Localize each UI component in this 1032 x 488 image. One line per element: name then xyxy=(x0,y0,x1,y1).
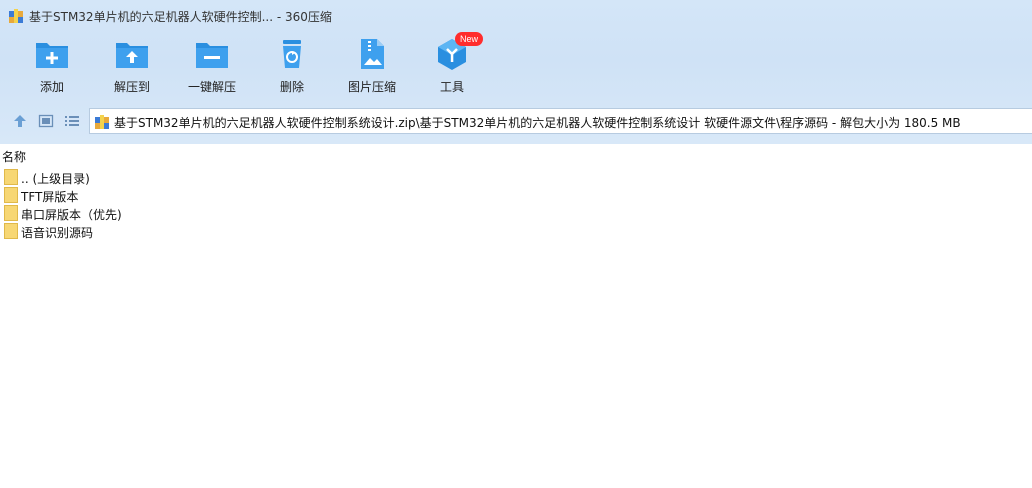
top-bar: 基于STM32单片机的六足机器人软硬件控制... - 360压缩 添加 解压到 … xyxy=(0,0,1032,144)
address-path: 基于STM32单片机的六足机器人软硬件控制系统设计.zip\基于STM32单片机… xyxy=(114,116,961,130)
folder-icon xyxy=(4,169,18,185)
delete-button[interactable]: 删除 xyxy=(252,38,332,96)
archive-icon xyxy=(9,9,23,23)
one-click-extract-button[interactable]: 一键解压 xyxy=(172,38,252,96)
tools-label: 工具 xyxy=(439,80,464,94)
image-compress-label: 图片压缩 xyxy=(347,80,396,94)
add-folder-icon xyxy=(36,43,68,68)
list-item-parent-dir[interactable]: .. (上级目录) xyxy=(0,168,600,186)
address-bar[interactable]: 基于STM32单片机的六足机器人软硬件控制系统设计.zip\基于STM32单片机… xyxy=(89,108,1032,134)
list-item[interactable]: 串口屏版本（优先) xyxy=(0,204,600,222)
one-click-extract-icon xyxy=(196,43,228,68)
list-item-label: .. (上级目录) xyxy=(21,172,90,186)
extract-to-icon xyxy=(116,43,148,68)
list-item-label: 语音识别源码 xyxy=(21,226,94,240)
delete-icon xyxy=(283,40,301,68)
folder-icon xyxy=(4,223,18,239)
window-title: 基于STM32单片机的六足机器人软硬件控制... - 360压缩 xyxy=(29,10,332,24)
list-view-icon[interactable] xyxy=(64,113,80,129)
extract-to-label: 解压到 xyxy=(113,80,150,94)
folder-icon xyxy=(4,205,18,221)
image-compress-icon xyxy=(361,39,384,69)
tools-button[interactable]: 工具 xyxy=(412,38,492,96)
up-arrow-icon[interactable] xyxy=(12,113,28,129)
one-click-extract-label: 一键解压 xyxy=(187,80,236,94)
thumbnail-view-icon[interactable] xyxy=(38,113,54,129)
list-item-label: 串口屏版本（优先) xyxy=(21,208,122,222)
column-header-name[interactable]: 名称 xyxy=(2,148,26,165)
list-item-label: TFT屏版本 xyxy=(21,190,79,204)
list-item[interactable]: TFT屏版本 xyxy=(0,186,600,204)
list-header: 名称 xyxy=(0,145,1032,165)
image-compress-button[interactable]: 图片压缩 xyxy=(332,38,412,96)
list-item[interactable]: 语音识别源码 xyxy=(0,222,600,240)
new-badge: New xyxy=(455,32,484,46)
archive-icon xyxy=(95,115,109,129)
title-bar: 基于STM32单片机的六足机器人软硬件控制... - 360压缩 xyxy=(0,0,1032,32)
folder-icon xyxy=(4,187,18,203)
add-label: 添加 xyxy=(39,80,64,94)
delete-label: 删除 xyxy=(279,80,304,94)
add-button[interactable]: 添加 xyxy=(12,38,92,96)
extract-to-button[interactable]: 解压到 xyxy=(92,38,172,96)
